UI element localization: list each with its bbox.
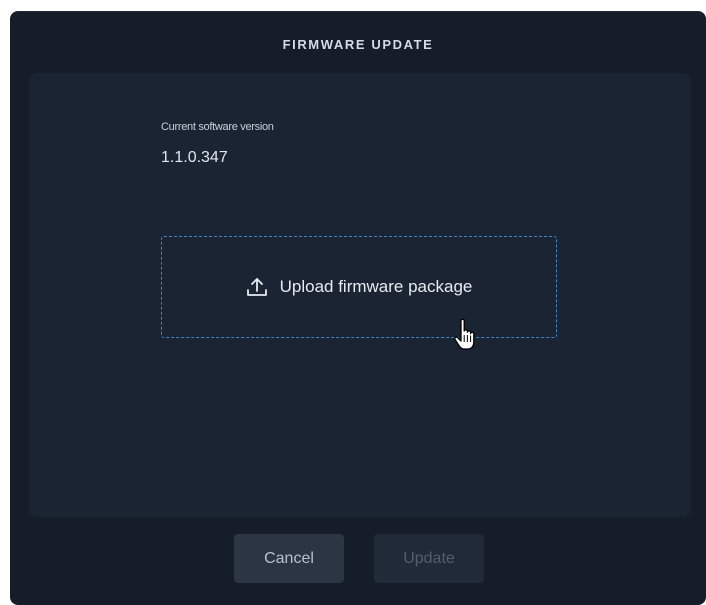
cancel-button[interactable]: Cancel: [234, 534, 344, 583]
upload-button-content: Upload firmware package: [246, 276, 473, 298]
content-panel: Current software version 1.1.0.347 Uploa…: [29, 73, 691, 517]
upload-firmware-dropzone[interactable]: Upload firmware package: [161, 236, 557, 338]
dialog-title: FIRMWARE UPDATE: [282, 37, 434, 52]
upload-icon: [246, 276, 268, 298]
current-software-version-value: 1.1.0.347: [161, 149, 228, 166]
upload-firmware-label: Upload firmware package: [279, 277, 473, 296]
firmware-update-dialog: FIRMWARE UPDATE Current software version…: [10, 11, 706, 605]
update-button[interactable]: Update: [374, 534, 484, 583]
current-software-version-label: Current software version: [161, 121, 274, 133]
